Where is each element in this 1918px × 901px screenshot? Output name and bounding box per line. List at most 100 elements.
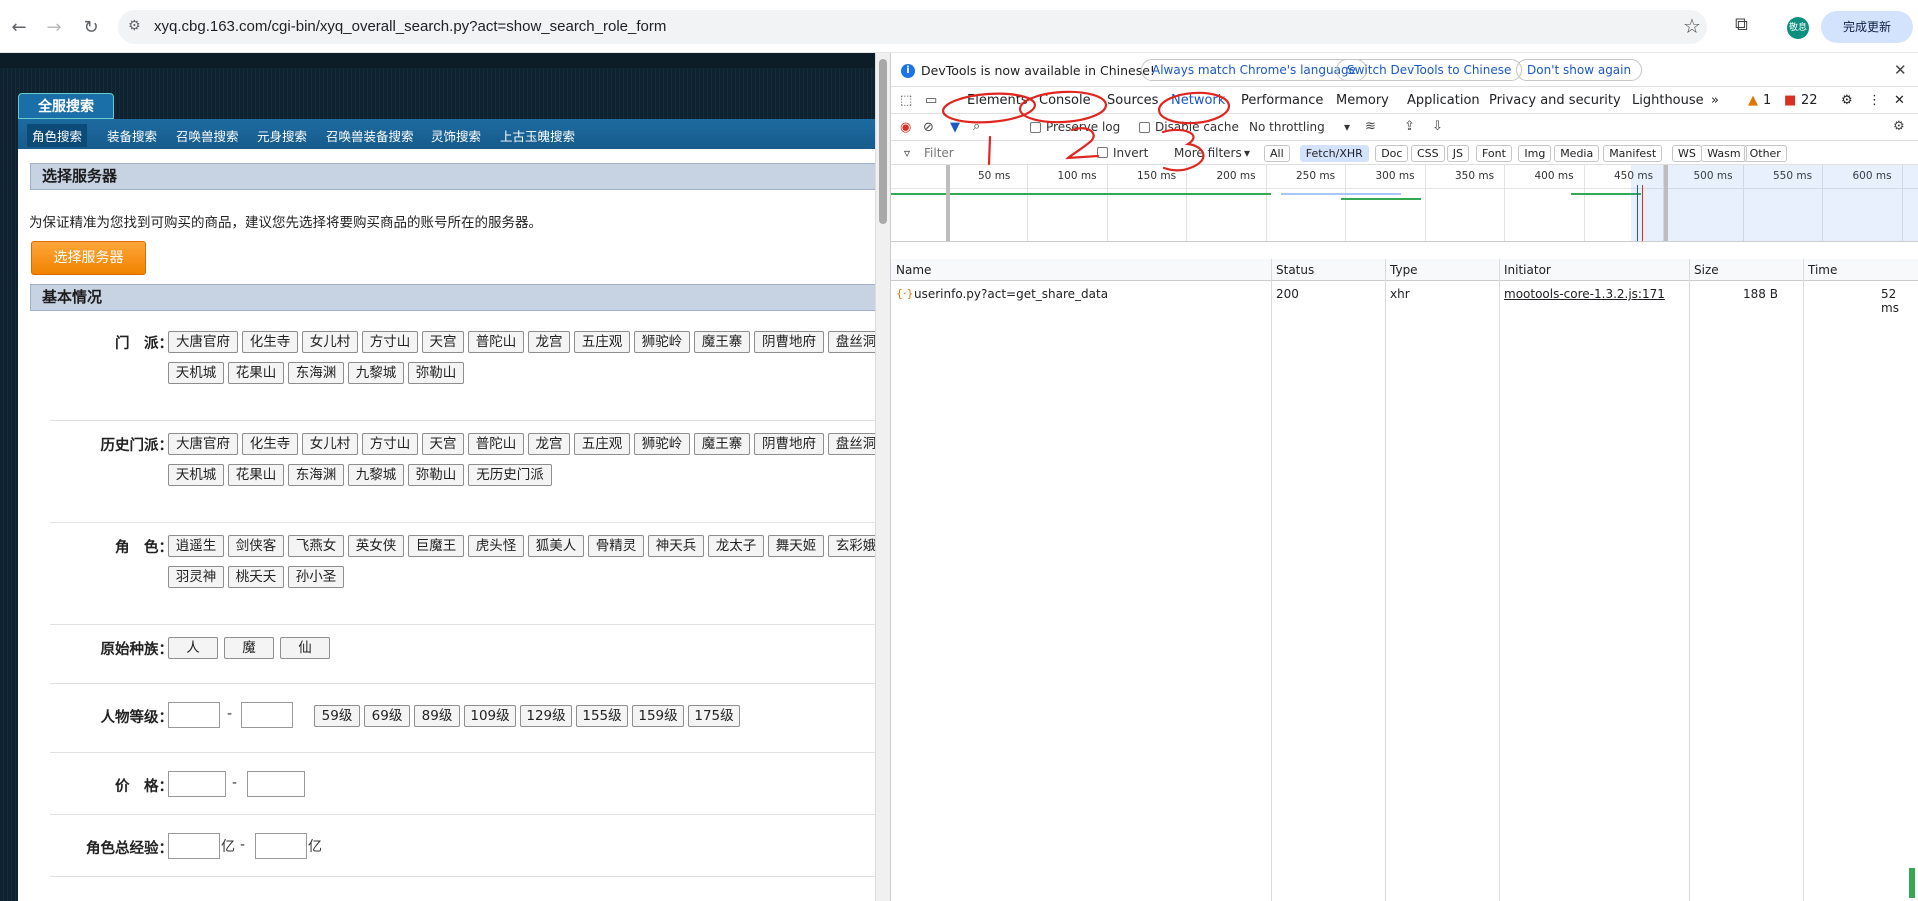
history-menpai-option[interactable]: 龙宫 — [528, 433, 570, 455]
search-icon[interactable]: ⌕ — [973, 119, 980, 134]
history-menpai-option[interactable]: 九黎城 — [348, 464, 404, 486]
role-option[interactable]: 逍遥生 — [168, 535, 224, 557]
site-info-icon[interactable]: ⚙ — [128, 18, 146, 36]
history-menpai-option[interactable]: 普陀山 — [468, 433, 524, 455]
menpai-option[interactable]: 方寸山 — [362, 331, 418, 353]
chip-media[interactable]: Media — [1554, 145, 1600, 162]
chip-js[interactable]: JS — [1446, 145, 1470, 162]
role-option[interactable]: 英女侠 — [348, 535, 404, 557]
menpai-option[interactable]: 九黎城 — [348, 362, 404, 384]
history-menpai-option[interactable]: 东海渊 — [288, 464, 344, 486]
role-option[interactable]: 桃夭夭 — [228, 566, 284, 588]
close-devtools-icon[interactable]: ✕ — [1894, 93, 1905, 108]
menpai-option[interactable]: 普陀山 — [468, 331, 524, 353]
tab-console[interactable]: Console — [1039, 93, 1091, 108]
subnav-role-search[interactable]: 角色搜索 — [27, 124, 88, 147]
throttling-select[interactable]: No throttling — [1249, 120, 1325, 134]
chip-ws[interactable]: WS — [1672, 145, 1702, 162]
history-menpai-option[interactable]: 天宫 — [422, 433, 464, 455]
more-tabs-icon[interactable]: » — [1711, 93, 1719, 108]
level-quick-option[interactable]: 59级 — [314, 705, 360, 727]
menpai-option[interactable]: 盘丝洞 — [828, 331, 875, 353]
race-option[interactable]: 仙 — [280, 637, 330, 659]
role-option[interactable]: 巨魔王 — [408, 535, 464, 557]
role-option[interactable]: 孙小圣 — [288, 566, 344, 588]
back-icon[interactable]: ← — [8, 16, 30, 38]
more-filters-dropdown-icon[interactable]: ▾ — [1244, 146, 1250, 160]
role-option[interactable]: 龙太子 — [708, 535, 764, 557]
chip-css[interactable]: CSS — [1411, 145, 1445, 162]
role-option[interactable]: 剑侠客 — [228, 535, 284, 557]
reload-icon[interactable]: ↻ — [80, 16, 102, 38]
history-menpai-option[interactable]: 大唐官府 — [168, 433, 238, 455]
more-filters-button[interactable]: More filters — [1174, 146, 1242, 160]
device-toolbar-icon[interactable]: ▭ — [925, 93, 937, 108]
menpai-option[interactable]: 女儿村 — [302, 331, 358, 353]
subnav-pet-equip-search[interactable]: 召唤兽装备搜索 — [326, 126, 414, 145]
export-har-icon[interactable]: ⇩ — [1432, 119, 1443, 134]
level-quick-option[interactable]: 69级 — [364, 705, 410, 727]
menpai-option[interactable]: 花果山 — [228, 362, 284, 384]
tab-performance[interactable]: Performance — [1241, 93, 1323, 108]
chip-other[interactable]: Other — [1743, 145, 1787, 162]
request-initiator-link[interactable]: mootools-core-1.3.2.js:171 — [1504, 287, 1665, 301]
dont-show-again-button[interactable]: Don't show again — [1516, 59, 1643, 81]
level-quick-option[interactable]: 89级 — [414, 705, 460, 727]
chip-all[interactable]: All — [1264, 145, 1290, 162]
profile-avatar[interactable]: 敬息 — [1787, 17, 1809, 39]
menpai-option[interactable]: 阴曹地府 — [754, 331, 824, 353]
tab-memory[interactable]: Memory — [1336, 93, 1389, 108]
history-menpai-option[interactable]: 五庄观 — [574, 433, 630, 455]
role-option[interactable]: 狐美人 — [528, 535, 584, 557]
exp-min-input[interactable] — [168, 833, 220, 859]
chip-font[interactable]: Font — [1476, 145, 1512, 162]
extensions-icon[interactable]: ⧉ — [1735, 14, 1748, 35]
history-menpai-option[interactable]: 弥勒山 — [408, 464, 464, 486]
page-scrollbar[interactable] — [875, 53, 890, 901]
level-quick-option[interactable]: 129级 — [520, 705, 572, 727]
level-max-input[interactable] — [241, 702, 293, 728]
more-options-icon[interactable]: ⋮ — [1868, 93, 1881, 108]
warning-icon[interactable]: ▲ — [1748, 93, 1758, 108]
role-option[interactable]: 飞燕女 — [288, 535, 344, 557]
column-type[interactable]: Type — [1390, 263, 1418, 277]
update-button[interactable]: 完成更新 — [1821, 11, 1913, 43]
warning-count[interactable]: 1 — [1763, 93, 1771, 108]
menpai-option[interactable]: 魔王寨 — [694, 331, 750, 353]
history-menpai-option[interactable]: 女儿村 — [302, 433, 358, 455]
history-menpai-option[interactable]: 方寸山 — [362, 433, 418, 455]
import-har-icon[interactable]: ⇪ — [1404, 119, 1415, 134]
close-banner-icon[interactable]: ✕ — [1894, 61, 1907, 79]
role-option[interactable]: 虎头怪 — [468, 535, 524, 557]
tab-lighthouse[interactable]: Lighthouse — [1632, 93, 1704, 108]
menpai-option[interactable]: 化生寺 — [242, 331, 298, 353]
chip-fetch-xhr[interactable]: Fetch/XHR — [1299, 145, 1369, 162]
forward-icon[interactable]: → — [43, 16, 65, 38]
inspect-element-icon[interactable]: ⬚ — [900, 93, 912, 108]
scrollbar-thumb[interactable] — [879, 59, 887, 224]
address-bar[interactable]: ⚙ xyq.cbg.163.com/cgi-bin/xyq_overall_se… — [118, 10, 1707, 44]
history-menpai-option[interactable]: 天机城 — [168, 464, 224, 486]
subnav-ornament-search[interactable]: 灵饰搜索 — [431, 126, 481, 145]
tab-privacy-security[interactable]: Privacy and security — [1489, 93, 1621, 108]
select-server-button[interactable]: 选择服务器 — [31, 241, 146, 275]
right-handle[interactable] — [1664, 165, 1668, 241]
invert-checkbox[interactable] — [1097, 147, 1108, 158]
level-quick-option[interactable]: 155级 — [576, 705, 628, 727]
history-menpai-option[interactable]: 魔王寨 — [694, 433, 750, 455]
role-option[interactable]: 舞天姬 — [768, 535, 824, 557]
role-option[interactable]: 玄彩娥 — [828, 535, 875, 557]
subnav-body-search[interactable]: 元身搜索 — [257, 126, 307, 145]
error-count[interactable]: 22 — [1801, 93, 1818, 108]
preserve-log-checkbox[interactable] — [1030, 122, 1041, 133]
column-size[interactable]: Size — [1694, 263, 1719, 277]
price-max-input[interactable] — [247, 771, 305, 797]
menpai-option[interactable]: 五庄观 — [574, 331, 630, 353]
network-conditions-icon[interactable]: ≋ — [1365, 119, 1376, 134]
chip-img[interactable]: Img — [1518, 145, 1552, 162]
race-option[interactable]: 人 — [168, 637, 218, 659]
request-name[interactable]: userinfo.py?act=get_share_data — [914, 287, 1108, 301]
left-handle[interactable] — [946, 165, 950, 241]
menpai-option[interactable]: 狮驼岭 — [634, 331, 690, 353]
tab-application[interactable]: Application — [1407, 93, 1480, 108]
